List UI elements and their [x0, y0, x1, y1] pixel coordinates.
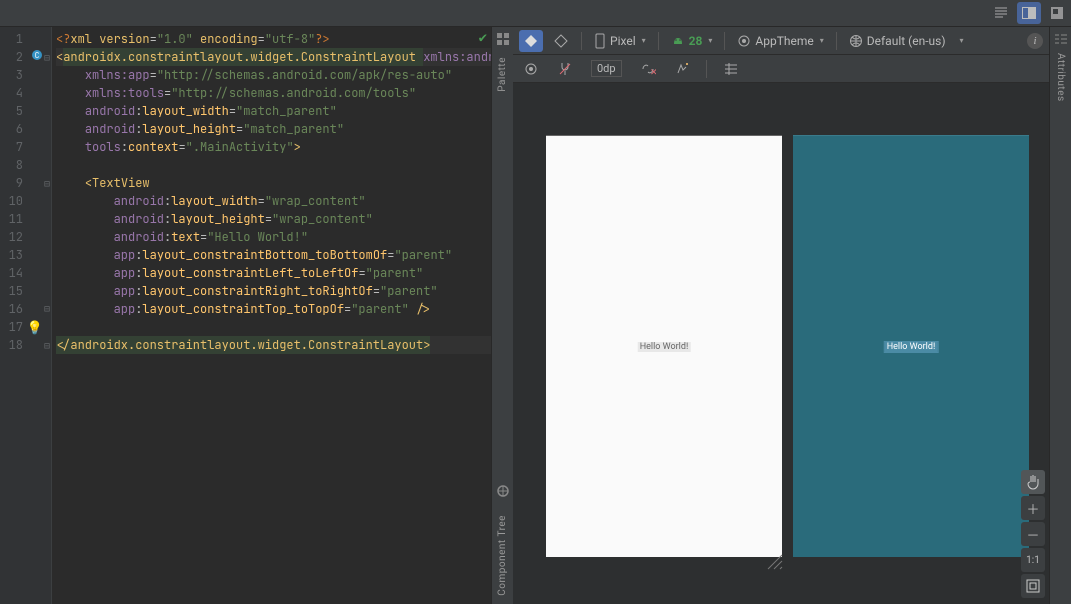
device-label: Pixel — [610, 34, 636, 48]
fold-toggle-icon[interactable]: ⊟ — [44, 51, 50, 64]
design-surface-toggle[interactable] — [519, 30, 543, 52]
view-code-icon[interactable] — [993, 5, 1009, 21]
blueprint-textview[interactable]: Hello World! — [885, 342, 938, 352]
resize-handle-icon[interactable] — [766, 553, 784, 571]
phone-icon — [594, 33, 606, 49]
attributes-tab-label: Attributes — [1055, 53, 1066, 102]
line-number: 6 — [16, 121, 23, 137]
info-icon[interactable]: i — [1027, 33, 1043, 49]
line-number: 4 — [16, 85, 23, 101]
palette-side-tab[interactable]: Palette Component Tree — [491, 27, 513, 604]
fold-end-icon[interactable]: ⊟ — [44, 302, 50, 315]
editor-view-tabs — [0, 0, 1071, 27]
line-number: 7 — [16, 139, 23, 155]
blueprint-preview[interactable]: Hello World! — [793, 135, 1029, 557]
line-number: 12 — [9, 229, 23, 245]
checkmark-icon: ✔ — [479, 29, 487, 47]
line-number: 2 — [16, 49, 23, 65]
lightbulb-icon[interactable]: 💡 — [27, 319, 43, 336]
locale-label: Default (en-us) — [867, 34, 946, 48]
fold-toggle-icon[interactable]: ⊟ — [44, 177, 50, 190]
line-number: 13 — [9, 247, 23, 263]
chevron-down-icon: ▾ — [960, 36, 964, 45]
gutter-info-icon[interactable]: C — [31, 49, 43, 65]
clear-constraints-icon[interactable]: ✕ — [636, 59, 660, 79]
view-design-icon[interactable] — [1049, 5, 1065, 21]
locale-selector[interactable]: Default (en-us) ▾ — [845, 32, 968, 50]
line-number: 14 — [9, 265, 23, 281]
pan-icon[interactable] — [1021, 470, 1045, 494]
infer-constraints-icon[interactable] — [670, 59, 694, 79]
line-number: 5 — [16, 103, 23, 119]
fold-end-icon[interactable]: ⊟ — [44, 339, 50, 352]
line-number: 8 — [16, 157, 23, 173]
design-canvas[interactable]: Hello World! Hello World! ＋ － 1:1 — [513, 83, 1049, 604]
design-toolbar-secondary: 0dp ✕ — [513, 55, 1049, 83]
chevron-down-icon: ▾ — [820, 36, 824, 45]
code-editor-pane: 1 2 C ⊟ 3 4 5 6 7 8 9 ⊟ 10 11 12 13 14 15… — [0, 27, 491, 604]
api-selector[interactable]: 28 ▾ — [667, 32, 717, 50]
default-margin-selector[interactable]: 0dp — [587, 58, 626, 79]
guidelines-icon[interactable] — [719, 59, 743, 79]
view-options-icon[interactable] — [519, 59, 543, 79]
line-number: 11 — [9, 211, 23, 227]
svg-text:C: C — [35, 51, 40, 61]
zoom-controls: ＋ － 1:1 — [1021, 470, 1045, 598]
theme-selector[interactable]: AppTheme ▾ — [733, 32, 827, 50]
line-number: 10 — [9, 193, 23, 209]
line-number: 3 — [16, 67, 23, 83]
palette-icon — [495, 31, 511, 47]
chevron-down-icon: ▾ — [642, 36, 646, 45]
autoconnect-toggle-icon[interactable] — [553, 59, 577, 79]
zoom-out-button[interactable]: － — [1021, 522, 1045, 546]
line-number: 9 — [16, 175, 23, 191]
zoom-in-button[interactable]: ＋ — [1021, 496, 1045, 520]
line-number: 16 — [9, 301, 23, 317]
chevron-down-icon: ▾ — [708, 36, 712, 45]
line-number: 1 — [16, 31, 23, 47]
globe-icon — [849, 34, 863, 48]
svg-text:✕: ✕ — [650, 68, 656, 77]
api-level: 28 — [689, 34, 703, 48]
design-pane: Pixel ▾ 28 ▾ AppTheme ▾ Default (en-us) … — [513, 27, 1049, 604]
component-tree-icon — [495, 483, 511, 499]
preview-textview[interactable]: Hello World! — [638, 342, 691, 352]
gutter[interactable]: 1 2 C ⊟ 3 4 5 6 7 8 9 ⊟ 10 11 12 13 14 15… — [0, 27, 52, 604]
device-selector[interactable]: Pixel ▾ — [590, 31, 650, 51]
zoom-reset-button[interactable]: 1:1 — [1021, 548, 1045, 572]
margin-value: 0dp — [591, 60, 622, 77]
line-number: 17 — [9, 319, 23, 335]
component-tree-tab-label: Component Tree — [497, 515, 508, 596]
android-icon — [671, 34, 685, 48]
blueprint-toggle[interactable] — [549, 31, 573, 51]
design-toolbar: Pixel ▾ 28 ▾ AppTheme ▾ Default (en-us) … — [513, 27, 1049, 55]
line-number: 18 — [9, 337, 23, 353]
view-split-icon[interactable] — [1017, 2, 1041, 24]
theme-icon — [737, 34, 751, 48]
theme-label: AppTheme — [755, 34, 813, 48]
attributes-icon — [1053, 31, 1069, 47]
design-preview[interactable]: Hello World! — [546, 135, 782, 557]
attributes-side-tab[interactable]: Attributes — [1049, 27, 1071, 604]
zoom-fit-button[interactable] — [1021, 574, 1045, 598]
code-area[interactable]: ✔ <?xml version="1.0" encoding="utf-8"?>… — [52, 27, 491, 604]
palette-tab-label: Palette — [497, 57, 508, 92]
line-number: 15 — [9, 283, 23, 299]
